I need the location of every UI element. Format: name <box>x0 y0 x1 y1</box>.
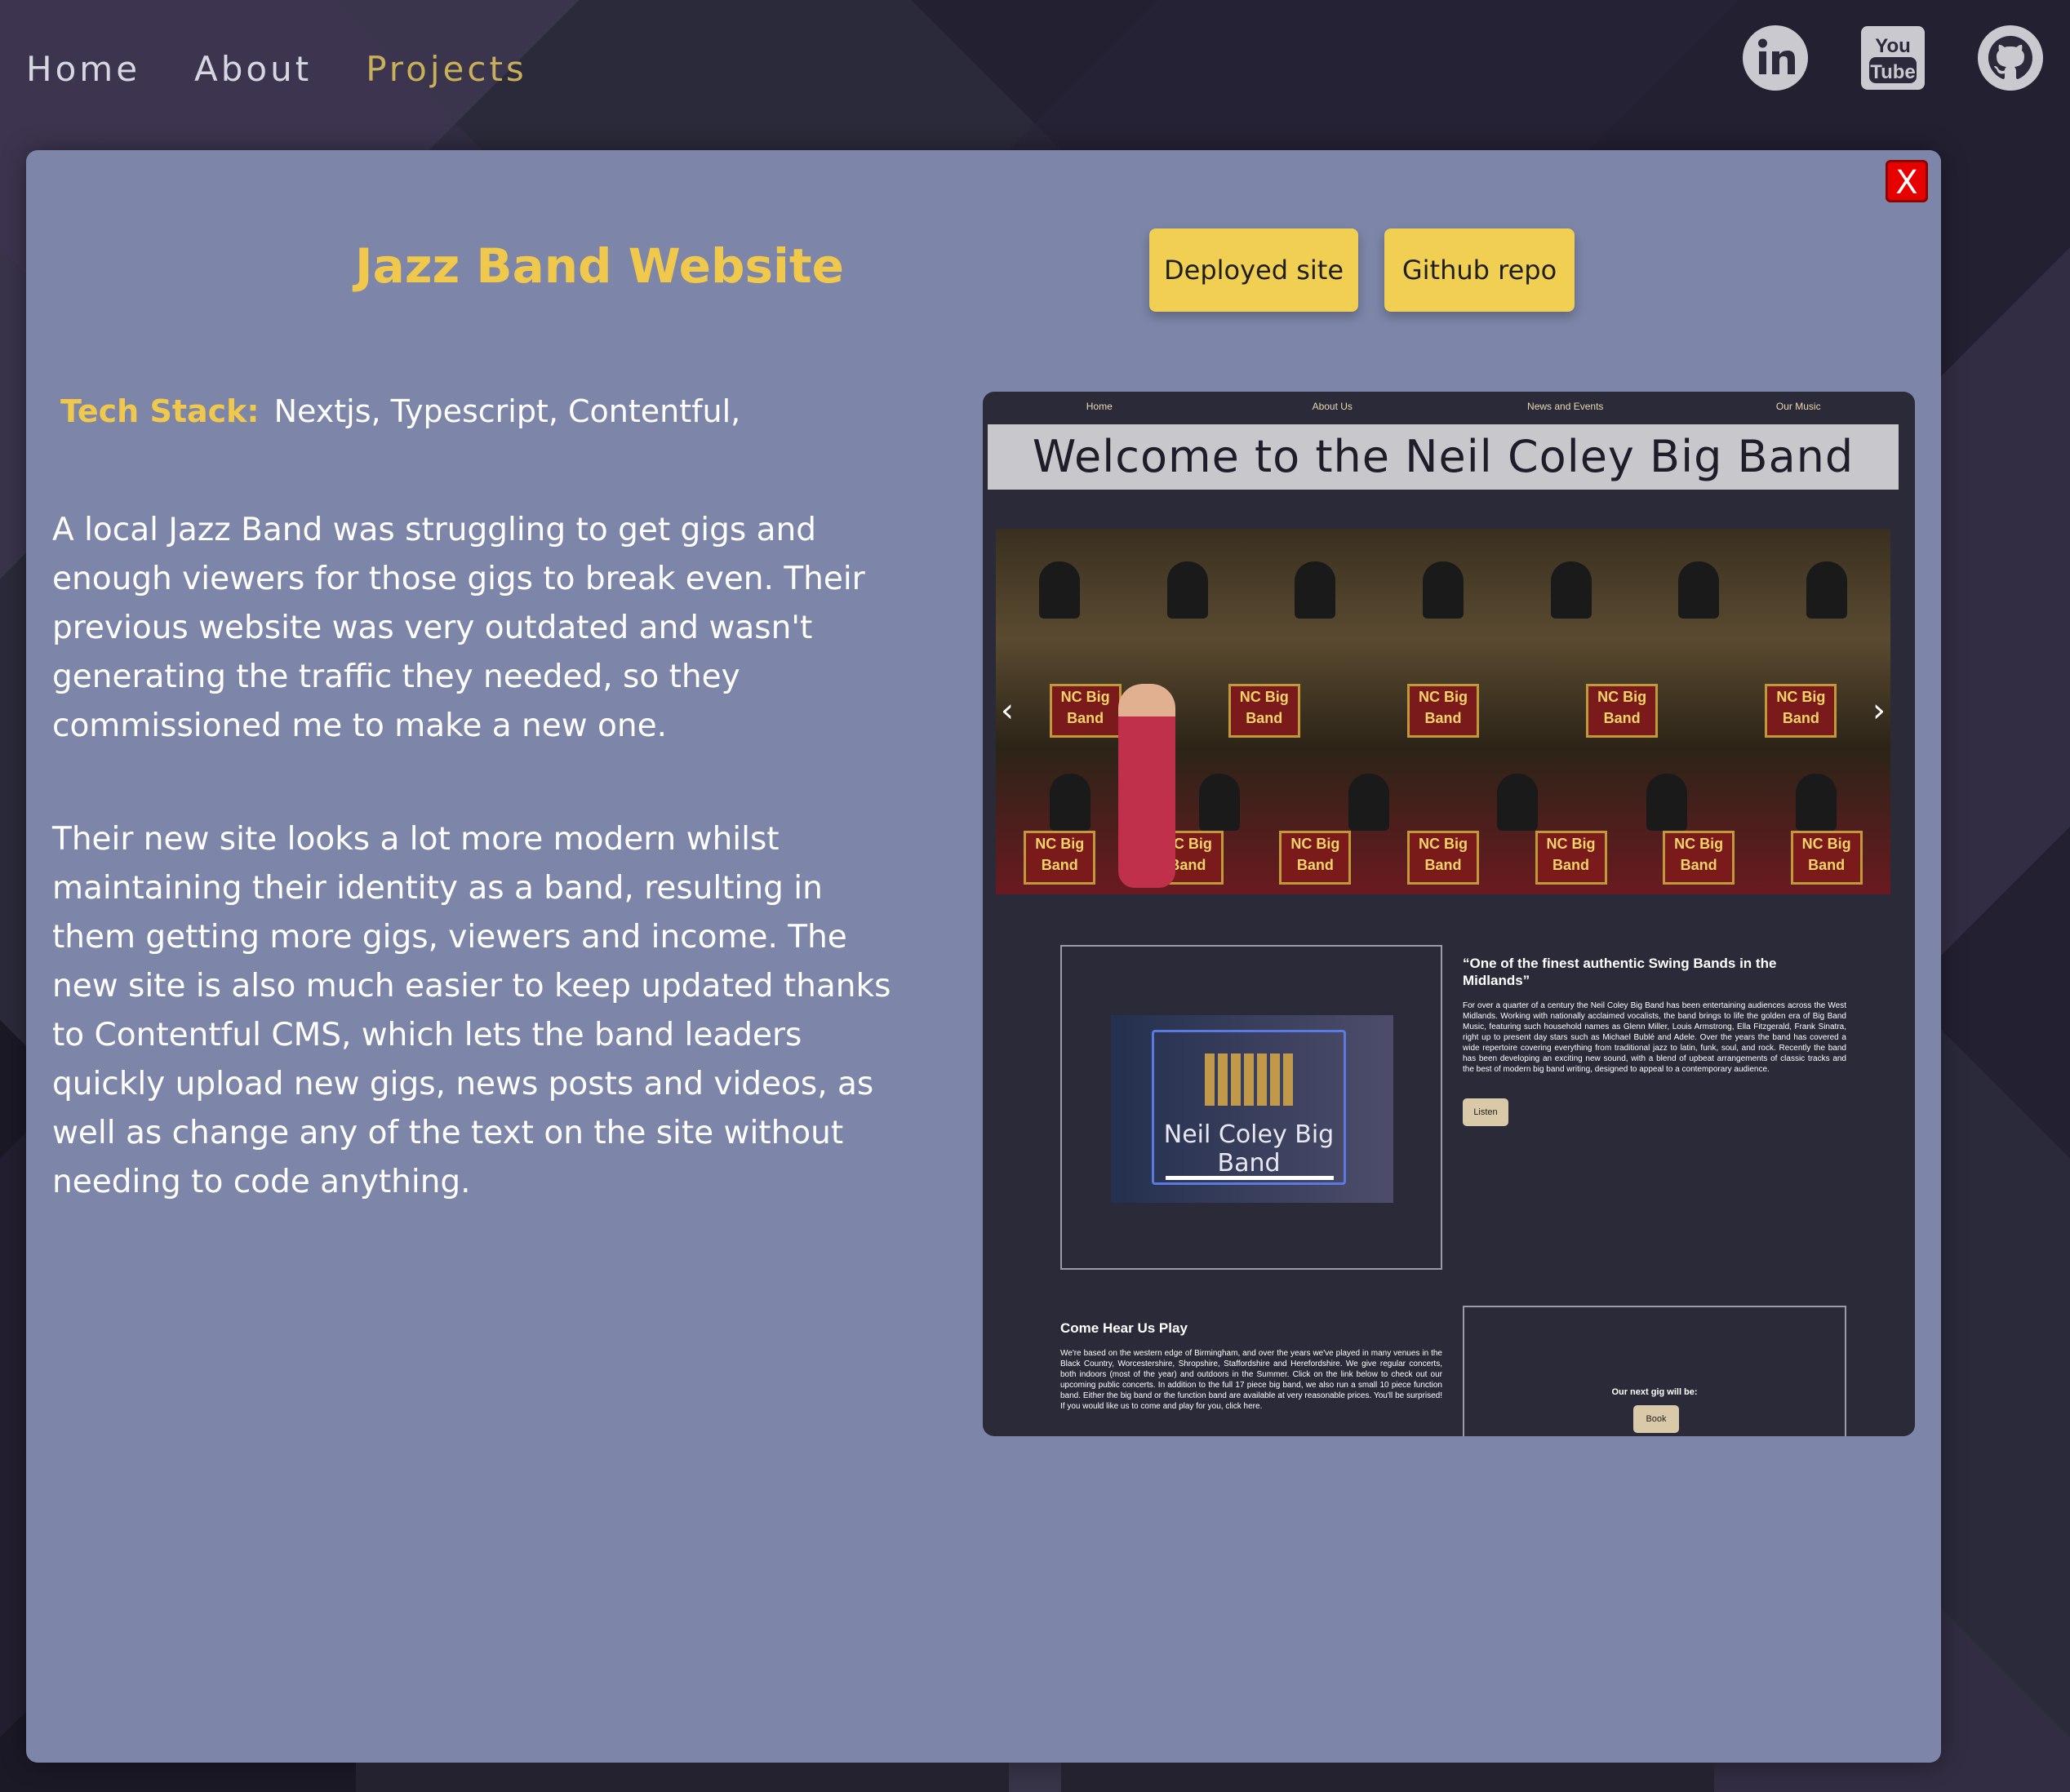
music-stand: NC Big Band <box>1586 684 1659 738</box>
svg-text:You: You <box>1875 35 1911 57</box>
deployed-site-button[interactable]: Deployed site <box>1149 228 1358 312</box>
project-title: Jazz Band Website <box>354 238 844 294</box>
description-paragraph-1: A local Jazz Band was struggling to get … <box>52 512 865 744</box>
music-stand: NC Big Band <box>1279 831 1352 885</box>
description-paragraph-2: Their new site looks a lot more modern w… <box>52 821 891 1200</box>
band-logo-text: Neil Coley Big Band <box>1163 1120 1335 1178</box>
music-stand: NC Big Band <box>1228 684 1300 738</box>
music-stand: NC Big Band <box>1049 684 1122 738</box>
preview-come-hear-title: Come Hear Us Play <box>1060 1320 1188 1336</box>
music-stand: NC Big Band <box>1765 684 1837 738</box>
youtube-icon[interactable]: You Tube <box>1859 24 1926 91</box>
preview-nav-home: Home <box>1086 401 1113 412</box>
github-repo-button[interactable]: Github repo <box>1384 228 1575 312</box>
music-stand: NC Big Band <box>1024 831 1096 885</box>
preview-come-hear-text: We're based on the western edge of Birmi… <box>1060 1349 1442 1411</box>
music-stand: NC Big Band <box>1663 831 1735 885</box>
piano-icon <box>1205 1053 1293 1106</box>
preview-nav-news: News and Events <box>1527 401 1604 412</box>
music-stand: NC Big Band <box>1406 831 1479 885</box>
music-stand: NC Big Band <box>1790 831 1863 885</box>
preview-quote: “One of the finest authentic Swing Bands… <box>1463 956 1777 988</box>
website-preview-screenshot: Home About Us News and Events Our Music … <box>983 392 1915 1436</box>
preview-next-gig-box: Our next gig will be: Book <box>1463 1306 1846 1436</box>
svg-text:Tube: Tube <box>1870 61 1916 83</box>
preview-banner: Welcome to the Neil Coley Big Band <box>988 424 1899 490</box>
preview-nav-music: Our Music <box>1775 401 1821 412</box>
music-stand: NC Big Band <box>1406 684 1479 738</box>
preview-nav-about: About Us <box>1312 401 1353 412</box>
project-modal: X Jazz Band Website Deployed site Github… <box>26 150 1941 1763</box>
preview-next-gig-label: Our next gig will be: <box>1611 1387 1698 1397</box>
nav-home[interactable]: Home <box>26 49 140 89</box>
social-links: You Tube <box>1742 24 2044 91</box>
preview-band-photo: NC Big Band NC Big Band NC Big Band NC B… <box>996 529 1890 894</box>
top-nav: Home About Projects <box>26 49 527 89</box>
github-icon[interactable] <box>1977 24 2044 91</box>
preview-listen-button: Listen <box>1463 1098 1508 1126</box>
preview-book-button: Book <box>1633 1405 1679 1433</box>
tech-stack: Tech Stack: Nextjs, Typescript, Contentfu… <box>60 393 740 429</box>
preview-nav: Home About Us News and Events Our Music <box>983 392 1915 421</box>
chevron-right-icon: › <box>1872 692 1886 730</box>
nav-projects[interactable]: Projects <box>366 49 527 89</box>
tech-stack-label: Tech Stack: <box>60 393 260 429</box>
chevron-left-icon: ‹ <box>1001 692 1014 730</box>
background-card <box>356 1763 1009 1792</box>
music-stand: NC Big Band <box>1535 831 1607 885</box>
preview-intro-text: For over a quarter of a century the Neil… <box>1463 1001 1846 1074</box>
preview-logo-frame: Neil Coley Big Band <box>1060 945 1442 1270</box>
band-logo: Neil Coley Big Band <box>1111 1015 1393 1203</box>
background-card <box>1061 1763 1714 1792</box>
singer-figure <box>1118 684 1175 888</box>
tech-stack-value: Nextjs, Typescript, Contentful, <box>273 393 741 429</box>
close-button[interactable]: X <box>1886 160 1928 202</box>
nav-about[interactable]: About <box>194 49 312 89</box>
linkedin-icon[interactable] <box>1742 24 1809 91</box>
